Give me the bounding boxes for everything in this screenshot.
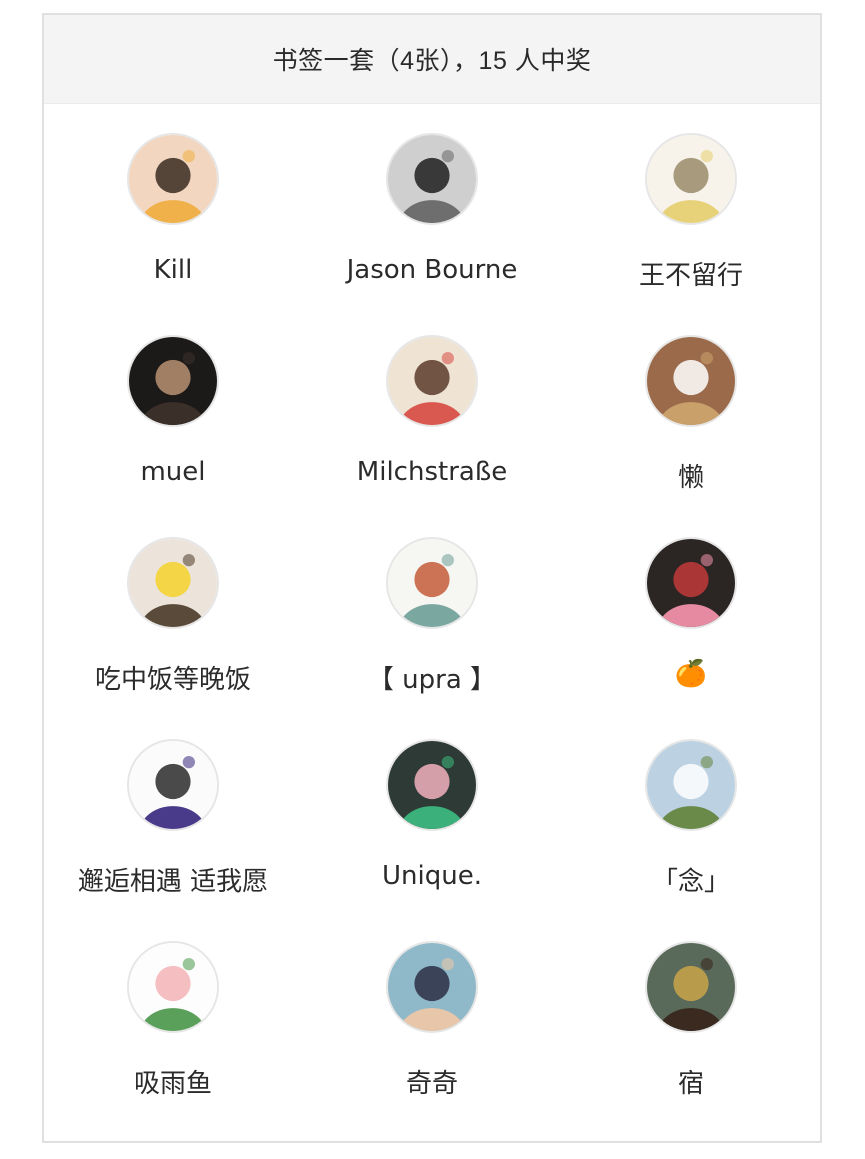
winner-item[interactable]: Unique. xyxy=(302,709,562,911)
winner-item[interactable]: 「念」 xyxy=(562,709,820,911)
sitting-figure-illustration-avatar[interactable] xyxy=(386,537,478,629)
winner-name[interactable]: 邂逅相遇 适我愿 xyxy=(78,861,268,898)
winner-name[interactable]: 🍊 xyxy=(675,659,707,689)
prize-title: 书签一套（4张），15 人中奖 xyxy=(272,47,592,75)
winner-item[interactable]: 王不留行 xyxy=(562,103,820,305)
winner-item[interactable]: 吸雨鱼 xyxy=(44,911,302,1113)
winner-name[interactable]: Kill xyxy=(154,255,193,285)
winner-item[interactable]: 邂逅相遇 适我愿 xyxy=(44,709,302,911)
winner-item[interactable]: 🍊 xyxy=(562,507,820,709)
winner-item[interactable]: 懒 xyxy=(562,305,820,507)
winner-name[interactable]: 吸雨鱼 xyxy=(134,1063,212,1100)
prize-header: 书签一套（4张），15 人中奖 xyxy=(44,15,820,104)
winner-item[interactable]: Milchstraße xyxy=(302,305,562,507)
winner-name[interactable]: 宿 xyxy=(678,1063,704,1100)
winner-item[interactable]: 奇奇 xyxy=(302,911,562,1113)
winner-name[interactable]: 懒 xyxy=(678,457,704,494)
polar-bear-reading-avatar[interactable] xyxy=(645,335,737,427)
winner-name[interactable]: Milchstraße xyxy=(357,457,507,487)
anime-boy-cap-avatar[interactable] xyxy=(386,941,478,1033)
winner-name[interactable]: 「念」 xyxy=(652,861,730,898)
winner-item[interactable]: Kill xyxy=(44,103,302,305)
woman-red-sweater-avatar[interactable] xyxy=(645,537,737,629)
man-dark-portrait-avatar[interactable] xyxy=(127,335,219,427)
pink-pig-sketch-avatar[interactable] xyxy=(127,941,219,1033)
umbrella-penguin-cartoon-avatar[interactable] xyxy=(127,739,219,831)
winner-item[interactable]: muel xyxy=(44,305,302,507)
prize-winners-card: 书签一套（4张），15 人中奖 Kill Jason Bourne 王不留行 muel… xyxy=(42,13,822,1143)
winner-name[interactable]: 王不留行 xyxy=(639,255,743,292)
winner-item[interactable]: 【 upra 】 xyxy=(302,507,562,709)
winner-item[interactable]: Jason Bourne xyxy=(302,103,562,305)
winner-name[interactable]: Jason Bourne xyxy=(347,255,518,285)
child-eating-avatar[interactable] xyxy=(127,133,219,225)
street-photo-avatar[interactable] xyxy=(645,941,737,1033)
girl-hugging-bear-avatar[interactable] xyxy=(645,739,737,831)
pink-hair-anime-girl-avatar[interactable] xyxy=(386,739,478,831)
winner-name[interactable]: 奇奇 xyxy=(406,1063,458,1100)
yellow-pikachu-sketch-avatar[interactable] xyxy=(127,537,219,629)
bw-man-portrait-avatar[interactable] xyxy=(386,133,478,225)
winner-name[interactable]: 【 upra 】 xyxy=(368,659,496,696)
winner-item[interactable]: 吃中饭等晚饭 xyxy=(44,507,302,709)
couple-bicycle-sketch-avatar[interactable] xyxy=(645,133,737,225)
winner-name[interactable]: Unique. xyxy=(382,861,482,891)
winner-name[interactable]: 吃中饭等晚饭 xyxy=(95,659,251,696)
winner-name[interactable]: muel xyxy=(140,457,205,487)
girl-flower-painting-avatar[interactable] xyxy=(386,335,478,427)
winner-item[interactable]: 宿 xyxy=(562,911,820,1113)
winners-grid: Kill Jason Bourne 王不留行 muel Milchstraße 懒吃中饭等… xyxy=(44,103,820,1113)
